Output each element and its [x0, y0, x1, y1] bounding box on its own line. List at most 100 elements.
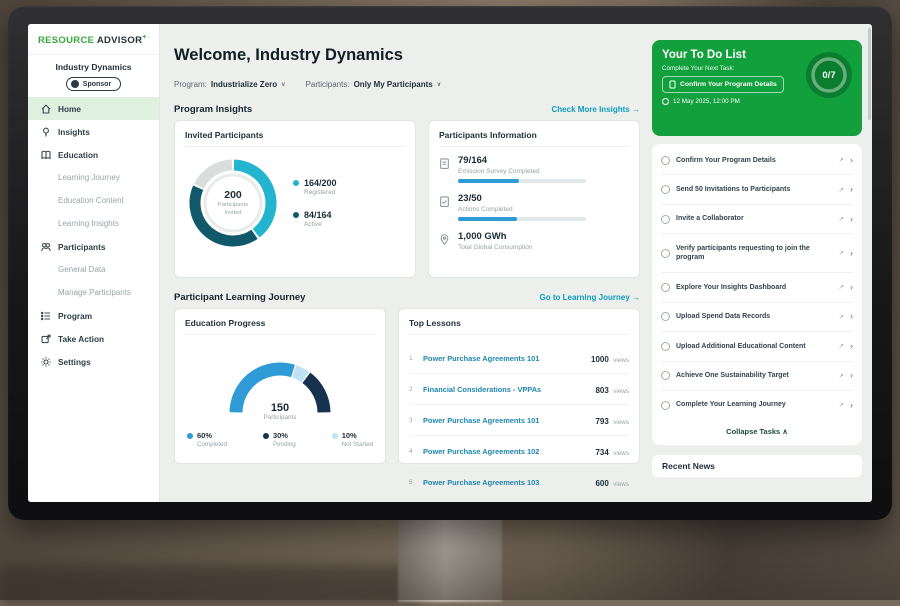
- legend-item-completed: 60% Completed: [187, 431, 227, 448]
- sidebar-item-manage-participants[interactable]: Manage Participants: [28, 281, 159, 304]
- survey-icon: [439, 155, 450, 183]
- sidebar-item-program[interactable]: Program: [28, 304, 159, 327]
- sidebar-item-label: Settings: [58, 357, 91, 367]
- sidebar-item-label: Program: [58, 311, 92, 321]
- legend-text: 84/164 Active: [304, 210, 332, 228]
- check-more-insights-link[interactable]: Check More Insights →: [552, 105, 640, 114]
- task-checkbox[interactable]: [661, 249, 670, 258]
- emission-survey-row: 79/164 Emission Survey Completed: [439, 155, 629, 183]
- task-row-invite-collaborator[interactable]: Invite a Collaborator ↗ ›: [661, 205, 853, 234]
- todo-panel: Your To Do List Complete Your Next Task:…: [652, 40, 862, 477]
- task-checkbox[interactable]: [661, 371, 670, 380]
- legend-text: 10% Not Started: [342, 431, 373, 448]
- gauge-svg: [214, 343, 346, 421]
- recent-news-header: Recent News: [652, 455, 862, 477]
- lesson-views: 734 views: [595, 442, 629, 460]
- task-checkbox[interactable]: [661, 312, 670, 321]
- task-row-verify-participants[interactable]: Verify participants requesting to join t…: [661, 234, 853, 273]
- views-count: 793: [595, 417, 608, 426]
- not-started-dot: [332, 433, 338, 439]
- clock-icon: [662, 98, 669, 105]
- consumption-data: 1,000 GWh Total Global Consumption: [458, 231, 532, 255]
- sidebar-item-label: Learning Journey: [58, 173, 120, 182]
- go-to-learning-journey-link[interactable]: Go to Learning Journey →: [540, 293, 640, 302]
- collapse-label: Collapse Tasks: [726, 427, 780, 436]
- lesson-row: 4 Power Purchase Agreements 102 734 view…: [409, 436, 629, 467]
- sidebar-item-label: Take Action: [58, 334, 104, 344]
- scrollbar-thumb[interactable]: [868, 28, 871, 120]
- chevron-right-icon: ›: [850, 371, 853, 380]
- emission-survey-value: 79/164: [458, 155, 586, 166]
- chevron-down-icon: ∨: [437, 81, 441, 88]
- next-task-chip[interactable]: Confirm Your Program Details: [662, 76, 784, 93]
- collapse-tasks-button[interactable]: Collapse Tasks ∧: [661, 419, 853, 443]
- lesson-row: 2 Financial Considerations - VPPAs 803 v…: [409, 374, 629, 405]
- lesson-link[interactable]: Power Purchase Agreements 102: [423, 447, 589, 456]
- participants-dropdown[interactable]: Participants: Only My Participants ∨: [306, 80, 442, 89]
- program-value: Industrialize Zero: [211, 80, 277, 89]
- lesson-row: 5 Power Purchase Agreements 103 600 view…: [409, 467, 629, 497]
- legend-text: 164/200 Registered: [304, 178, 337, 196]
- sidebar-item-insights[interactable]: Insights: [28, 120, 159, 143]
- lesson-rank: 5: [409, 479, 417, 486]
- task-row-upload-educational-content[interactable]: Upload Additional Educational Content ↗ …: [661, 332, 853, 361]
- chevron-right-icon: ›: [850, 185, 853, 194]
- sidebar-item-home[interactable]: Home: [28, 97, 159, 120]
- task-row-explore-insights[interactable]: Explore Your Insights Dashboard ↗ ›: [661, 273, 853, 302]
- document-icon: [669, 80, 676, 89]
- scrollbar[interactable]: [868, 28, 871, 498]
- sidebar-item-education[interactable]: Education: [28, 143, 159, 166]
- sidebar-item-learning-insights[interactable]: Learning Insights: [28, 212, 159, 235]
- sidebar-item-take-action[interactable]: Take Action: [28, 327, 159, 350]
- task-checkbox[interactable]: [661, 342, 670, 351]
- lesson-link[interactable]: Financial Considerations - VPPAs: [423, 385, 589, 394]
- collapse-up-icon: ∧: [782, 427, 788, 436]
- task-checkbox[interactable]: [661, 185, 670, 194]
- lesson-link[interactable]: Power Purchase Agreements 101: [423, 416, 589, 425]
- external-link-icon: ↗: [839, 342, 844, 350]
- chevron-right-icon: ›: [850, 342, 853, 351]
- card-title: Invited Participants: [185, 130, 405, 147]
- task-checkbox[interactable]: [661, 215, 670, 224]
- gauge-legend: 60% Completed 30% Pending: [185, 431, 375, 448]
- sidebar-item-general-data[interactable]: General Data: [28, 258, 159, 281]
- sidebar-item-education-content[interactable]: Education Content: [28, 189, 159, 212]
- views-word: views: [613, 357, 629, 364]
- monitor-bezel: RESOURCE ADVISOR+ Industry Dynamics Spon…: [8, 6, 892, 520]
- pending-dot: [263, 433, 269, 439]
- task-checkbox[interactable]: [661, 156, 670, 165]
- action-arrow-icon: [40, 333, 52, 345]
- legend-text: 30% Pending: [273, 431, 296, 448]
- gear-icon: [40, 356, 52, 368]
- sidebar-item-participants[interactable]: Participants: [28, 235, 159, 258]
- completed-pct: 60%: [197, 431, 227, 440]
- top-lessons-card: Top Lessons 1 Power Purchase Agreements …: [398, 308, 640, 464]
- task-label: Send 50 Invitations to Participants: [676, 185, 833, 194]
- task-row-confirm-program[interactable]: Confirm Your Program Details ↗ ›: [661, 146, 853, 175]
- sidebar-item-learning-journey[interactable]: Learning Journey: [28, 166, 159, 189]
- lesson-views: 600 views: [595, 473, 629, 491]
- program-dropdown[interactable]: Program: Industrialize Zero ∨: [174, 80, 286, 89]
- lesson-views: 803 views: [595, 380, 629, 398]
- legend-item-active: 84/164 Active: [293, 210, 337, 228]
- task-row-send-invitations[interactable]: Send 50 Invitations to Participants ↗ ›: [661, 175, 853, 204]
- recent-news-title: Recent News: [662, 461, 715, 471]
- filters-row: Program: Industrialize Zero ∨ Participan…: [174, 80, 441, 89]
- chevron-right-icon: ›: [850, 215, 853, 224]
- lesson-link[interactable]: Power Purchase Agreements 101: [423, 354, 585, 363]
- external-link-icon: ↗: [839, 283, 844, 291]
- sidebar-item-settings[interactable]: Settings: [28, 350, 159, 373]
- lesson-link[interactable]: Power Purchase Agreements 103: [423, 478, 589, 487]
- task-checkbox[interactable]: [661, 401, 670, 410]
- actions-completed-progressbar: [458, 217, 586, 221]
- task-row-complete-learning-journey[interactable]: Complete Your Learning Journey ↗ ›: [661, 391, 853, 419]
- task-checkbox[interactable]: [661, 283, 670, 292]
- external-link-icon: ↗: [839, 372, 844, 380]
- completed-dot: [187, 433, 193, 439]
- learning-cards-row: Education Progress 150 Participants 60% …: [174, 308, 640, 464]
- sidebar-item-label: Education Content: [58, 196, 124, 205]
- views-word: views: [613, 419, 629, 426]
- task-row-achieve-target[interactable]: Achieve One Sustainability Target ↗ ›: [661, 362, 853, 391]
- task-row-upload-spend-data[interactable]: Upload Spend Data Records ↗ ›: [661, 303, 853, 332]
- section-title: Participant Learning Journey: [174, 292, 305, 303]
